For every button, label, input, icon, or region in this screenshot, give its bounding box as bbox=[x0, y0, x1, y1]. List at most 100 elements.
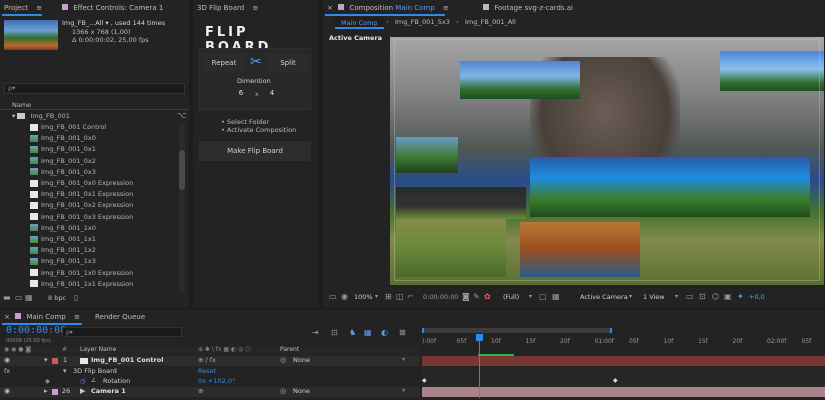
keyframe-icon[interactable]: ◆ bbox=[422, 377, 427, 384]
project-item[interactable]: Img_FB_001_1x0 bbox=[0, 223, 176, 234]
layer-switches[interactable]: ⊕ ∕ fx bbox=[198, 356, 216, 364]
project-scrollbar[interactable] bbox=[179, 124, 185, 292]
mask-icon[interactable]: ⌐ bbox=[407, 292, 414, 302]
project-item[interactable]: Img_FB_001_1x1 bbox=[0, 234, 176, 245]
parent-select[interactable]: None bbox=[293, 387, 310, 395]
panel-menu-icon[interactable]: ≡ bbox=[252, 4, 258, 12]
draft-3d-icon[interactable]: ⊡ bbox=[331, 328, 338, 338]
comp-subtab-1[interactable]: Img_FB_001_5x3 bbox=[395, 18, 450, 26]
reset-link[interactable]: Reset bbox=[198, 367, 216, 375]
timeline-search-input[interactable]: ρ▾ bbox=[62, 327, 182, 337]
trash-icon[interactable]: ▯ bbox=[74, 293, 78, 303]
pixel-aspect-icon[interactable]: ▭ bbox=[686, 292, 694, 302]
new-comp-icon[interactable]: ▦ bbox=[25, 293, 33, 303]
project-item[interactable]: Img_FB_001_1x3 bbox=[0, 256, 176, 267]
project-item[interactable]: Img_FB_001_0x0 bbox=[0, 133, 176, 144]
timeline-icon[interactable]: ▣ bbox=[724, 292, 732, 302]
expand-arrow-icon[interactable]: ▾ bbox=[63, 367, 67, 375]
playhead-handle[interactable] bbox=[476, 334, 483, 341]
graph-editor-icon[interactable]: ⊠ bbox=[399, 328, 406, 338]
parent-header[interactable]: Parent bbox=[280, 346, 299, 353]
project-item[interactable]: Img_FB_001_1x2 bbox=[0, 245, 176, 256]
timecode-readout[interactable]: 0:00:00:00 bbox=[423, 293, 459, 301]
effect-controls-tab[interactable]: Effect Controls: Camera 1 bbox=[62, 1, 163, 15]
shy-icon[interactable]: ♞ bbox=[349, 328, 356, 338]
camera-view-select[interactable]: Active Camera bbox=[580, 293, 628, 301]
dim-x-input[interactable]: 6 bbox=[236, 89, 246, 97]
parent-pickwhip-icon[interactable]: ◎ bbox=[280, 387, 286, 395]
track-layer-26[interactable] bbox=[422, 387, 825, 397]
work-area-bar[interactable] bbox=[422, 328, 612, 333]
new-folder-icon[interactable]: ▭ bbox=[15, 293, 23, 303]
channel-icon[interactable]: ◫ bbox=[396, 292, 404, 302]
project-item[interactable]: Img_FB_001_1x1 Expression bbox=[0, 279, 176, 290]
resolution-select[interactable]: (Full) bbox=[503, 293, 519, 301]
rotation-value[interactable]: 0x +102,0° bbox=[198, 377, 235, 385]
flipboard-tab[interactable]: 3D Flip Board ≡ bbox=[197, 1, 258, 15]
label-color-icon[interactable] bbox=[52, 358, 58, 364]
project-item[interactable]: Img_FB_001_0x1 Expression bbox=[0, 189, 176, 200]
project-search-input[interactable]: ρ▾ bbox=[4, 83, 185, 94]
panel-menu-icon[interactable]: ≡ bbox=[74, 313, 80, 321]
project-tab[interactable]: Project ≡ bbox=[4, 1, 42, 15]
tab-close-icon[interactable]: × bbox=[327, 4, 333, 12]
keyframe-icon[interactable]: ◆ bbox=[613, 377, 618, 384]
motion-blur-icon[interactable]: ◐ bbox=[381, 328, 388, 338]
visibility-eye-icon[interactable]: ◉ bbox=[4, 356, 10, 364]
render-queue-tab[interactable]: Render Queue bbox=[95, 310, 145, 324]
project-item[interactable]: Img_FB_001_0x1 bbox=[0, 144, 176, 155]
repeat-button[interactable]: Repeat bbox=[204, 54, 244, 72]
project-item[interactable]: Img_FB_001_0x3 Expression bbox=[0, 212, 176, 223]
project-item[interactable]: Img_FB_001_1x0 Expression bbox=[0, 268, 176, 279]
current-time-display[interactable]: 0:00:00:08 bbox=[6, 325, 66, 336]
project-item[interactable]: Img_FB_001_0x3 bbox=[0, 167, 176, 178]
expand-arrow-icon[interactable]: ▸ bbox=[44, 387, 48, 395]
parent-pickwhip-icon[interactable]: ◎ bbox=[280, 356, 286, 364]
camera-snapshot-icon[interactable]: ◙ bbox=[462, 292, 470, 302]
stopwatch-icon[interactable]: ◷ bbox=[80, 377, 86, 385]
transparency-grid-icon[interactable]: ▦ bbox=[552, 292, 560, 302]
make-flipboard-button[interactable]: Make Flip Board bbox=[199, 141, 311, 161]
panel-menu-icon[interactable]: ≡ bbox=[36, 4, 42, 12]
tab-close-icon[interactable]: × bbox=[4, 313, 10, 321]
footage-tab[interactable]: Footage svg-z-cards.ai bbox=[483, 1, 573, 15]
project-folder-row[interactable]: ▾ Img_FB_001 bbox=[0, 111, 189, 122]
label-color-icon[interactable] bbox=[52, 389, 58, 395]
keyframe-nav-icon[interactable]: ◆ bbox=[45, 377, 50, 385]
layer-switches[interactable]: ⊕ bbox=[198, 387, 203, 395]
layer-name-header[interactable]: Layer Name bbox=[80, 346, 116, 353]
panel-menu-icon[interactable]: ≡ bbox=[443, 4, 449, 12]
layer-name[interactable]: Img_FB_001 Control bbox=[91, 356, 163, 364]
time-ruler[interactable]: ):00f 05f 10f 15f 20f 01:00f 05f 10f 15f 20f 02:00… bbox=[422, 326, 825, 356]
frame-blending-icon[interactable]: ▦ bbox=[364, 328, 372, 338]
project-item[interactable]: Img_FB_001_0x2 bbox=[0, 156, 176, 167]
views-select[interactable]: 1 View bbox=[643, 293, 665, 301]
rotation-row[interactable]: ◆ ◷ ∠ Rotation 0x +102,0° bbox=[0, 377, 420, 387]
composition-viewer[interactable] bbox=[390, 37, 824, 285]
grid-icon[interactable]: ⊞ bbox=[385, 292, 392, 302]
parent-select[interactable]: None bbox=[293, 356, 310, 364]
track-layer-1[interactable] bbox=[422, 356, 825, 366]
visibility-eye-icon[interactable]: ◉ bbox=[4, 387, 10, 395]
flowchart-icon[interactable]: ⌬ bbox=[712, 292, 719, 302]
project-item[interactable]: Img_FB_001_0x0 Expression bbox=[0, 178, 176, 189]
zoom-select[interactable]: 100% bbox=[354, 293, 373, 301]
split-button[interactable]: Split bbox=[268, 54, 308, 72]
layer-row-1[interactable]: ◉ ▾ 1 Img_FB_001 Control ⊕ ∕ fx ◎ None ▾ bbox=[0, 356, 420, 366]
layer-row-26[interactable]: ◉ ▸ 26 ▶ Camera 1 ⊕ ◎ None ▾ bbox=[0, 387, 420, 397]
show-snapshot-icon[interactable]: ✎ bbox=[473, 292, 480, 302]
flipboard-tool-icon[interactable]: ✂ bbox=[250, 53, 262, 71]
effect-row[interactable]: fx ▾ 3D Flip Board Reset bbox=[0, 367, 420, 377]
interpret-footage-icon[interactable]: ▬ bbox=[3, 293, 11, 303]
scroll-thumb[interactable] bbox=[179, 150, 185, 190]
timeline-tab[interactable]: × Main Comp ≡ bbox=[4, 310, 80, 324]
comp-subtab-0[interactable]: Main Comp bbox=[335, 17, 384, 29]
layer-name[interactable]: Camera 1 bbox=[91, 387, 126, 395]
expand-arrow-icon[interactable]: ▾ bbox=[44, 356, 48, 364]
bpc-toggle[interactable]: 8 bpc bbox=[48, 294, 66, 302]
reset-exposure-icon[interactable]: ✦ bbox=[737, 292, 744, 302]
roi-icon[interactable]: ▢ bbox=[539, 292, 547, 302]
exposure-value[interactable]: +0,0 bbox=[749, 293, 765, 301]
snapshot-icon[interactable]: ◉ bbox=[341, 292, 348, 302]
project-item[interactable]: Img_FB_001_0x2 Expression bbox=[0, 200, 176, 211]
